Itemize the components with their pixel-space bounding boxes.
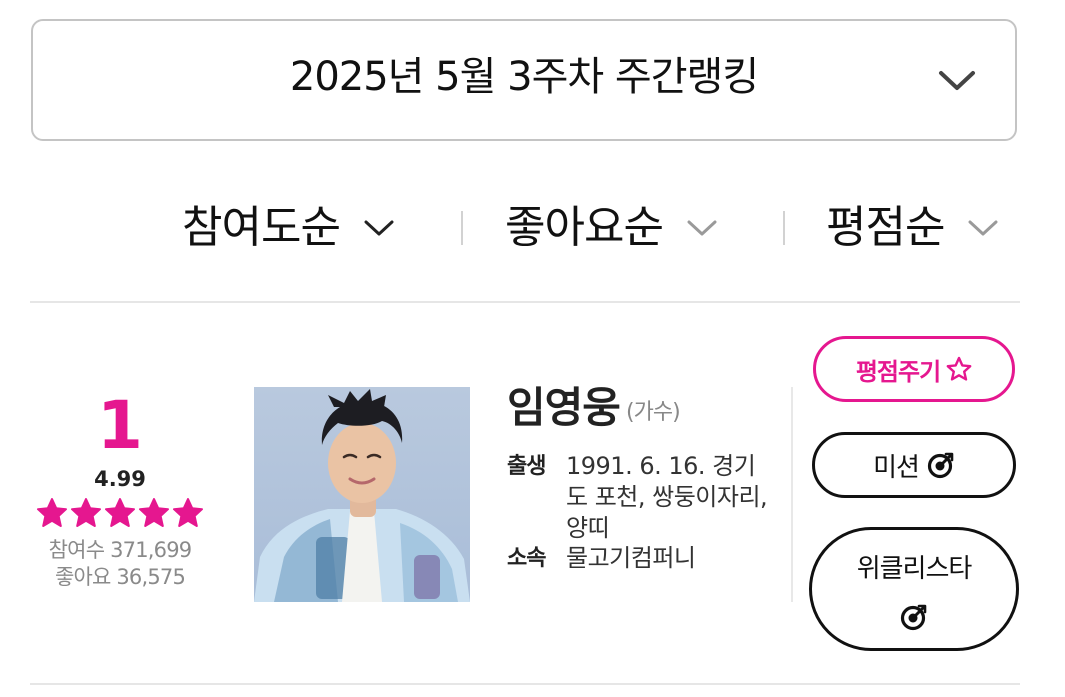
- week-selector-label: 2025년 5월 3주차 주간랭킹: [289, 54, 759, 100]
- sort-divider: [461, 211, 463, 245]
- rate-button[interactable]: 평점주기: [813, 336, 1015, 402]
- target-icon: [927, 452, 954, 479]
- star-icon: [173, 498, 203, 527]
- rating-stars: [36, 497, 204, 531]
- sort-participation[interactable]: 참여도순: [182, 200, 394, 256]
- rating-score: 4.99: [94, 467, 146, 491]
- rank-number: 1: [97, 387, 143, 464]
- sort-likes[interactable]: 좋아요순: [505, 200, 717, 256]
- rate-button-label: 평점주기: [855, 357, 941, 386]
- chevron-down-icon: [968, 220, 998, 236]
- chevron-down-icon: [939, 71, 975, 90]
- profile-photo-illustration: [254, 389, 470, 602]
- celebrity-job: (가수): [626, 400, 681, 425]
- participant-count: 참여수 371,699: [48, 538, 192, 562]
- sort-divider: [783, 211, 785, 245]
- weekly-star-button[interactable]: 위클리스타: [809, 527, 1019, 651]
- mission-button-label: 미션: [873, 452, 920, 483]
- divider: [30, 683, 1020, 685]
- celebrity-name: 임영웅: [507, 383, 621, 432]
- star-icon: [71, 498, 101, 527]
- profile-photo[interactable]: [254, 387, 470, 602]
- target-icon: [900, 604, 927, 630]
- birth-value: 1991. 6. 16. 경기도 포천, 쌍둥이자리, 양띠: [566, 452, 768, 542]
- star-outline-icon: [946, 356, 972, 381]
- weekly-star-button-label: 위클리스타: [856, 553, 973, 584]
- star-icon: [37, 498, 67, 527]
- agency-label: 소속: [507, 546, 546, 571]
- sort-rating[interactable]: 평점순: [826, 200, 998, 256]
- divider: [30, 301, 1020, 303]
- sort-likes-label: 좋아요순: [505, 202, 664, 253]
- chevron-down-icon: [687, 220, 717, 236]
- agency-value: 물고기컴퍼니: [566, 544, 696, 572]
- divider: [791, 387, 793, 602]
- sort-participation-label: 참여도순: [182, 202, 341, 253]
- week-selector[interactable]: 2025년 5월 3주차 주간랭킹: [31, 19, 1017, 141]
- mission-button[interactable]: 미션: [812, 432, 1016, 498]
- star-icon: [105, 498, 135, 527]
- sort-rating-label: 평점순: [826, 202, 945, 253]
- like-count: 좋아요 36,575: [54, 565, 186, 589]
- chevron-down-icon: [364, 220, 394, 236]
- star-icon: [139, 498, 169, 527]
- birth-label: 출생: [507, 454, 546, 479]
